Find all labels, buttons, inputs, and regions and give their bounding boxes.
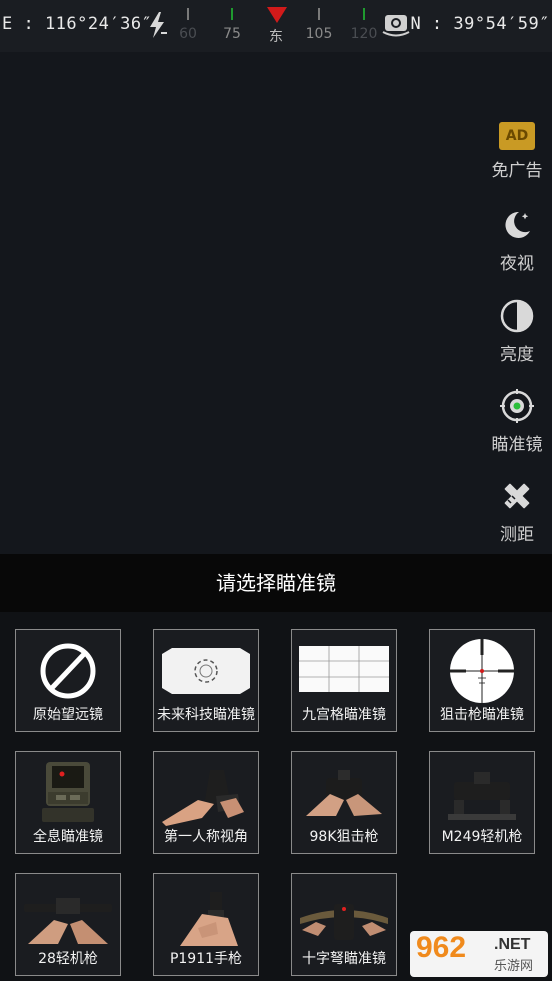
scope-option-label: 全息瞄准镜 — [33, 829, 103, 845]
scope-option-label: 98K狙击枪 — [309, 829, 379, 845]
compass-heading-label: 东 — [269, 29, 283, 45]
scope-option-grid[interactable]: 九宫格瞄准镜 — [291, 629, 397, 732]
scope-option-label: 十字弩瞄准镜 — [302, 951, 386, 967]
scope-option-p1911[interactable]: P1911手枪 — [153, 873, 259, 976]
flash-icon[interactable] — [145, 10, 169, 40]
scope-option-label: 28轻机枪 — [38, 951, 98, 967]
scope-option-m249[interactable]: M249轻机枪 — [429, 751, 535, 854]
hud-bar: E : 116°24′36″ 60 75 东 105 120 N : 39°54… — [0, 0, 552, 52]
28-lmg-thumb — [24, 898, 112, 944]
scope-option-98k[interactable]: 98K狙击枪 — [291, 751, 397, 854]
longitude-readout: E : 116°24′36″ — [2, 14, 153, 34]
no-scope-icon — [40, 643, 96, 699]
scope-option-label: 第一人称视角 — [164, 829, 248, 845]
scope-option-label: 原始望远镜 — [33, 707, 103, 723]
latitude-readout: N : 39°54′59″ — [410, 14, 550, 34]
night-vision-button[interactable]: 夜视 — [486, 207, 548, 274]
scope-option-label: 九宫格瞄准镜 — [302, 707, 386, 723]
brightness-button[interactable]: 亮度 — [486, 298, 548, 365]
watermark-site-name: 乐游网 — [494, 959, 534, 974]
scope-label: 瞄准镜 — [491, 435, 543, 455]
compass-label: 75 — [223, 26, 241, 42]
p1911-pistol-thumb — [180, 892, 238, 946]
scope-button[interactable]: 瞄准镜 — [486, 388, 548, 455]
compass-tick — [363, 8, 365, 20]
scope-option-original[interactable]: 原始望远镜 — [15, 629, 121, 732]
scope-option-futuristic[interactable]: 未来科技瞄准镜 — [153, 629, 259, 732]
first-person-view-thumb — [162, 770, 244, 826]
compass-tick — [231, 8, 233, 20]
crosshair-icon — [500, 389, 534, 423]
scope-option-first-person[interactable]: 第一人称视角 — [153, 751, 259, 854]
remove-ads-button[interactable]: AD 免广告 — [486, 122, 548, 181]
scope-option-holographic[interactable]: 全息瞄准镜 — [15, 751, 121, 854]
98k-rifle-thumb — [306, 770, 382, 816]
grid-scope-thumb — [299, 646, 389, 692]
night-vision-label: 夜视 — [500, 254, 534, 274]
scope-option-label: M249轻机枪 — [441, 829, 523, 845]
scope-option-label: 未来科技瞄准镜 — [157, 707, 255, 723]
brightness-icon — [500, 299, 534, 333]
scope-option-28-lmg[interactable]: 28轻机枪 — [15, 873, 121, 976]
holographic-sight-thumb — [42, 762, 94, 822]
sniper-scope-thumb — [450, 639, 514, 703]
scope-option-sniper[interactable]: 狙击枪瞄准镜 — [429, 629, 535, 732]
brightness-label: 亮度 — [500, 345, 534, 365]
compass-label: 120 — [350, 26, 378, 42]
remove-ads-label: 免广告 — [491, 161, 543, 181]
compass-tick — [318, 8, 320, 20]
ad-badge-icon: AD — [499, 122, 535, 150]
switch-camera-icon[interactable] — [381, 12, 411, 38]
ruler-pencil-icon — [504, 483, 530, 509]
scope-panel-title: 请选择瞄准镜 — [216, 571, 336, 595]
compass-tick — [187, 8, 189, 20]
scope-option-label: P1911手枪 — [169, 951, 243, 967]
watermark-domain: .NET — [494, 936, 531, 953]
scope-option-crossbow[interactable]: 十字弩瞄准镜 — [291, 873, 397, 976]
compass-label: 60 — [179, 26, 197, 42]
site-watermark-logo: 962 .NET 乐游网 — [410, 931, 548, 977]
crossbow-scope-thumb — [300, 904, 388, 940]
scope-panel-header: 请选择瞄准镜 — [0, 554, 552, 612]
m249-lmg-thumb — [448, 772, 516, 820]
watermark-number: 962 — [416, 931, 467, 964]
futuristic-scope-thumb — [162, 648, 250, 694]
compass-heading-marker-icon — [267, 7, 287, 23]
scope-option-label: 狙击枪瞄准镜 — [440, 707, 524, 723]
rangefinder-label: 测距 — [500, 525, 534, 545]
rangefinder-button[interactable]: 测距 — [486, 478, 548, 545]
moon-icon — [505, 211, 530, 238]
compass-label: 105 — [305, 26, 333, 42]
